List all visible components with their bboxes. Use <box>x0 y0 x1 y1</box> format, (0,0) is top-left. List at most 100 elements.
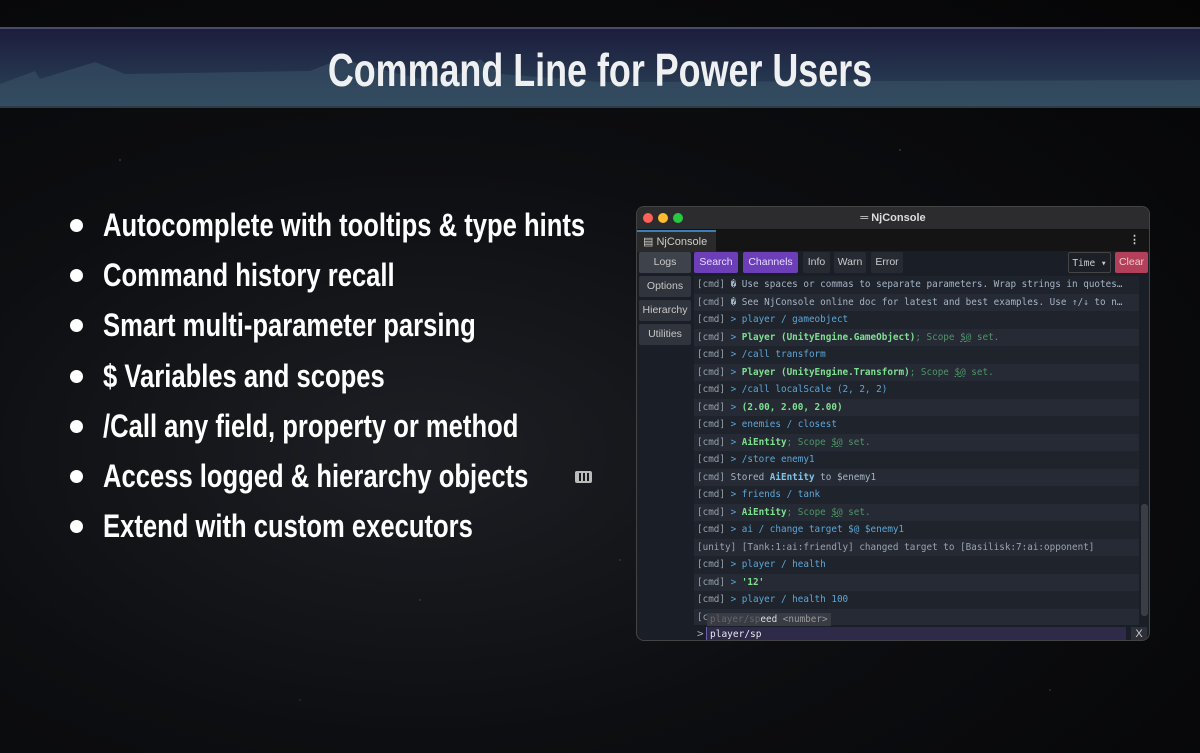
window-title: ═ NjConsole <box>860 212 926 224</box>
log-segment: > <box>730 436 742 448</box>
log-row[interactable]: [cmd] > ai / change target $@ $enemy1 <box>694 521 1139 539</box>
minimize-window-button[interactable] <box>658 213 668 223</box>
log-segment: � See NjConsole online doc for latest an… <box>730 296 1123 308</box>
log-row[interactable]: [cmd] � Use spaces or commas to separate… <box>694 276 1139 294</box>
autocomplete-tooltip[interactable]: player/speed <number> <box>707 613 831 626</box>
autocomplete-completion: eed <box>760 614 778 625</box>
log-segment: [cmd] <box>697 594 731 605</box>
list-item-text: /Call any field, property or method <box>103 407 519 444</box>
log-segment: $@ <box>831 506 843 518</box>
sidebar: Logs Options Hierarchy Utilities <box>639 252 691 348</box>
log-segment: (2.00, 2.00, 2.00) <box>741 401 843 413</box>
log-segment: [cmd] <box>697 296 731 308</box>
log-segment: > <box>730 506 742 518</box>
autocomplete-typed: player/sp <box>710 614 761 625</box>
log-segment: [cmd] <box>697 366 731 378</box>
log-segment: [unity] [Tank:1:ai:friendly] changed tar… <box>697 541 1095 553</box>
log-row[interactable]: [cmd] > enemies / closest <box>694 416 1139 434</box>
log-row[interactable]: [cmd] > friends / tank <box>694 486 1139 504</box>
log-segment: set. <box>842 436 871 448</box>
log-segment: > <box>730 401 742 413</box>
log-segment: > friends / tank <box>730 489 821 500</box>
bullet-icon <box>70 470 83 484</box>
log-segment: Player (UnityEngine.Transform) <box>741 366 910 378</box>
log-scrollbar[interactable] <box>1140 276 1149 625</box>
log-row[interactable]: [cmd] > player / gameobject <box>694 311 1139 329</box>
scrollbar-thumb[interactable] <box>1141 504 1148 616</box>
sidebar-item-utilities[interactable]: Utilities <box>639 324 691 345</box>
log-row[interactable]: [cmd] � See NjConsole online doc for lat… <box>694 293 1139 311</box>
command-input[interactable] <box>706 627 1126 640</box>
log-segment: [cmd] <box>697 401 731 413</box>
page-title: Command Line for Power Users <box>327 44 873 96</box>
log-segment: to $enemy1 <box>814 471 877 483</box>
list-item-text: Access logged & hierarchy objects <box>103 458 529 495</box>
bullet-icon <box>70 218 83 232</box>
window-titlebar: ═ NjConsole <box>637 207 1149 229</box>
log-row[interactable]: [cmd] > /call localScale (2, 2, 2) <box>694 381 1139 399</box>
log-row[interactable]: [cmd] > AiEntity; Scope $@ set. <box>694 503 1139 521</box>
log-row[interactable]: [cmd] > Player (UnityEngine.GameObject);… <box>694 328 1139 346</box>
log-segment: [cmd] <box>697 559 731 570</box>
warn-filter-button[interactable]: Warn <box>834 252 866 273</box>
search-button[interactable]: Search <box>694 252 738 273</box>
log-segment: [cmd] <box>697 349 731 360</box>
list-item: Access logged & hierarchy objects <box>70 451 706 501</box>
log-segment: � Use spaces or commas to separate param… <box>730 279 1123 290</box>
log-segment: $@ <box>954 366 966 378</box>
error-filter-button[interactable]: Error <box>871 252 903 273</box>
log-segment: > /call localScale (2, 2, 2) <box>730 384 888 395</box>
more-menu-icon[interactable]: ⋮ <box>1129 233 1140 246</box>
log-segment: [cmd] <box>697 489 731 500</box>
log-row[interactable]: [unity] [Tank:1:ai:friendly] changed tar… <box>694 538 1139 556</box>
bullet-icon <box>70 369 83 383</box>
tab-njconsole[interactable]: ▤ NjConsole <box>637 230 716 252</box>
channels-button[interactable]: Channels <box>743 252 798 273</box>
log-segment: [cmd] <box>697 576 731 588</box>
log-row[interactable]: [cmd] > /store enemy1 <box>694 451 1139 469</box>
log-segment: [cmd] <box>697 436 731 448</box>
log-row[interactable]: [cmd] > Player (UnityEngine.Transform); … <box>694 363 1139 381</box>
list-item-text: Extend with custom executors <box>103 508 473 545</box>
list-item: Extend with custom executors <box>70 502 706 552</box>
maximize-window-button[interactable] <box>673 213 683 223</box>
title-banner: Command Line for Power Users <box>0 27 1200 108</box>
log-segment: [cmd] <box>697 524 731 535</box>
clear-input-button[interactable]: X <box>1131 627 1147 640</box>
log-row[interactable]: [cmd] Stored AiEntity to $enemy1 <box>694 468 1139 486</box>
log-segment: ; Scope <box>786 436 832 448</box>
info-filter-button[interactable]: Info <box>803 252 830 273</box>
log-segment: > <box>730 576 742 588</box>
console-icon: ▤ <box>643 236 657 248</box>
log-row[interactable]: [cmd] > player / health <box>694 556 1139 574</box>
sidebar-item-logs[interactable]: Logs <box>639 252 691 273</box>
clear-button[interactable]: Clear <box>1115 252 1148 273</box>
log-segment: [cmd] <box>697 454 731 465</box>
sidebar-item-options[interactable]: Options <box>639 276 691 297</box>
list-item-text: $ Variables and scopes <box>103 357 385 394</box>
close-window-button[interactable] <box>643 213 653 223</box>
tab-bar: ▤ NjConsole ⋮ <box>637 229 1149 252</box>
log-segment: [cmd] <box>697 314 731 325</box>
log-row[interactable]: [cmd] > /call transform <box>694 346 1139 364</box>
log-segment: > enemies / closest <box>730 419 837 430</box>
list-item: Smart multi-parameter parsing <box>70 301 706 351</box>
log-segment: $@ <box>960 331 972 343</box>
log-row[interactable]: [cmd] > AiEntity; Scope $@ set. <box>694 433 1139 451</box>
bullet-icon <box>70 520 83 534</box>
bullet-icon <box>70 319 83 333</box>
sidebar-item-hierarchy[interactable]: Hierarchy <box>639 300 691 321</box>
tab-label: NjConsole <box>656 236 708 248</box>
time-dropdown[interactable]: Time ▾ <box>1068 252 1111 273</box>
log-row[interactable]: [cmd] > '12' <box>694 573 1139 591</box>
list-item: /Call any field, property or method <box>70 401 706 451</box>
log-segment: > player / health <box>730 559 826 570</box>
list-item: Autocomplete with tooltips & type hints <box>70 200 706 250</box>
log-segment: [cmd] <box>697 384 731 395</box>
list-item: $ Variables and scopes <box>70 351 706 401</box>
log-row[interactable]: [cmd] > (2.00, 2.00, 2.00) <box>694 398 1139 416</box>
njconsole-window: ═ NjConsole ▤ NjConsole ⋮ Logs Options H… <box>636 206 1150 641</box>
log-row[interactable]: [cmd] > player / health 100 <box>694 591 1139 609</box>
list-item-text: Smart multi-parameter parsing <box>103 307 476 344</box>
log-segment: ; Scope <box>786 506 832 518</box>
